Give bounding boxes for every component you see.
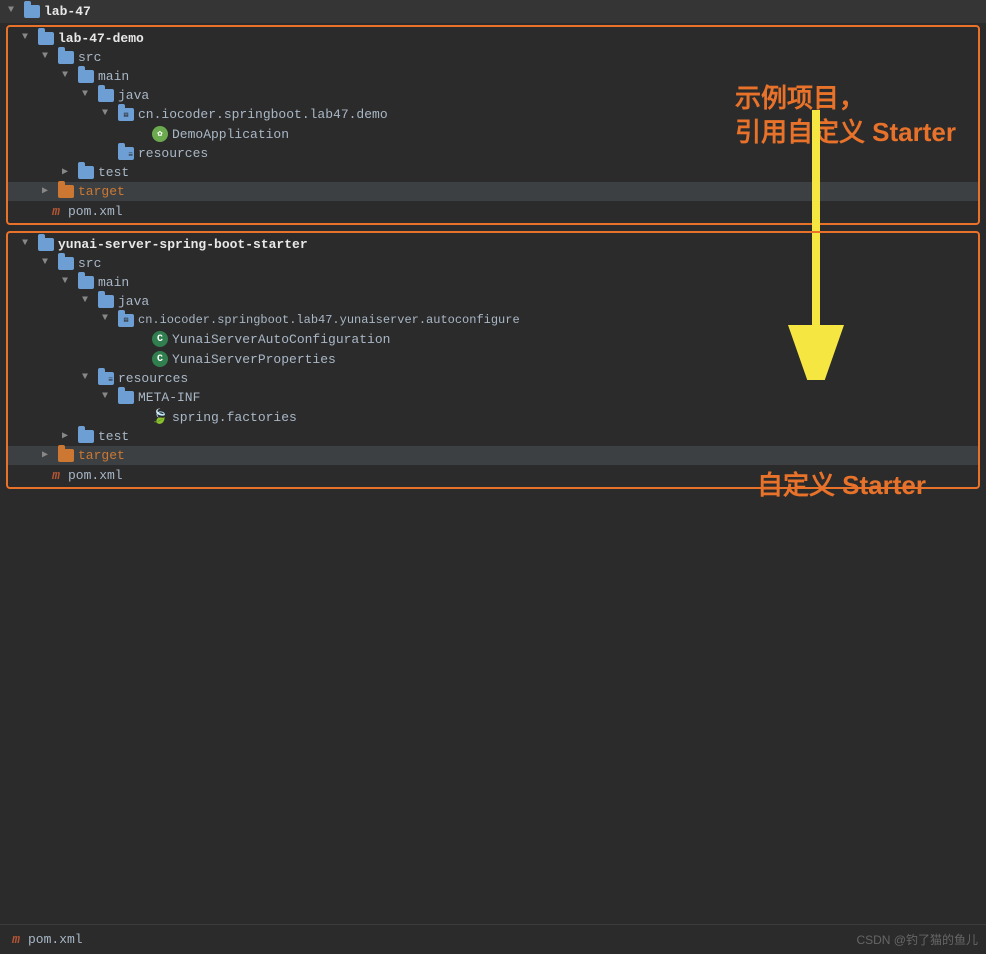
- res2-item[interactable]: resources: [8, 369, 978, 388]
- pkg2-arrow: [102, 313, 116, 327]
- pkg1-arrow: [102, 108, 116, 122]
- pom1-label: pom.xml: [68, 204, 123, 219]
- meta-inf-arrow: [102, 391, 116, 405]
- target1-label: target: [78, 184, 125, 199]
- starter-item[interactable]: yunai-server-spring-boot-starter: [8, 233, 978, 254]
- watermark: CSDN @钓了猫的鱼儿: [856, 931, 978, 948]
- pkg1-icon: [118, 108, 134, 121]
- pom2-icon: m: [48, 467, 64, 483]
- main2-label: main: [98, 275, 129, 290]
- bottom-bar: m pom.xml CSDN @钓了猫的鱼儿: [0, 924, 986, 954]
- java2-icon: [98, 295, 114, 308]
- java2-arrow: [82, 295, 96, 309]
- root-folder-icon: [24, 5, 40, 18]
- src1-arrow: [42, 51, 56, 65]
- main1-icon: [78, 70, 94, 83]
- main2-arrow: [62, 276, 76, 290]
- lab47demo-label: lab-47-demo: [58, 31, 144, 46]
- lab47demo-arrow: [22, 32, 36, 46]
- res1-label: resources: [138, 146, 208, 161]
- bottom-pom-icon: m: [8, 932, 24, 948]
- props-item[interactable]: C YunaiServerProperties: [8, 349, 978, 369]
- src1-label: src: [78, 50, 101, 65]
- pom2-item[interactable]: m pom.xml: [8, 465, 978, 487]
- res2-arrow: [82, 372, 96, 386]
- pkg2-icon: [118, 314, 134, 327]
- root-label: lab-47: [44, 4, 91, 19]
- java1-arrow: [82, 89, 96, 103]
- auto-config-icon: C: [152, 331, 168, 347]
- target1-arrow: [42, 185, 56, 199]
- pkg1-label: cn.iocoder.springboot.lab47.demo: [138, 107, 388, 122]
- pom2-label: pom.xml: [68, 468, 123, 483]
- test2-item[interactable]: test: [8, 427, 978, 446]
- java1-label: java: [118, 88, 149, 103]
- starter-icon: [38, 238, 54, 251]
- pom1-icon: m: [48, 203, 64, 219]
- target2-icon: [58, 449, 74, 462]
- test1-arrow: [62, 166, 76, 180]
- demo-app-label: DemoApplication: [172, 127, 289, 142]
- res2-icon: [98, 372, 114, 385]
- res2-label: resources: [118, 371, 188, 386]
- src2-arrow: [42, 257, 56, 271]
- lab47demo-icon: [38, 32, 54, 45]
- java2-label: java: [118, 294, 149, 309]
- test2-arrow: [62, 430, 76, 444]
- java1-icon: [98, 89, 114, 102]
- meta-inf-label: META-INF: [138, 390, 200, 405]
- bottom-pom-label: pom.xml: [28, 932, 83, 947]
- src1-item[interactable]: src: [8, 48, 978, 67]
- test1-label: test: [98, 165, 129, 180]
- target2-item[interactable]: target: [8, 446, 978, 465]
- starter-box: yunai-server-spring-boot-starter src mai…: [6, 231, 980, 489]
- meta-inf-item[interactable]: META-INF: [8, 388, 978, 407]
- target2-arrow: [42, 449, 56, 463]
- test2-label: test: [98, 429, 129, 444]
- src2-label: src: [78, 256, 101, 271]
- auto-config-item[interactable]: C YunaiServerAutoConfiguration: [8, 329, 978, 349]
- target1-icon: [58, 185, 74, 198]
- main2-item[interactable]: main: [8, 273, 978, 292]
- props-icon: C: [152, 351, 168, 367]
- main1-label: main: [98, 69, 129, 84]
- main2-icon: [78, 276, 94, 289]
- bottom-pom[interactable]: m pom.xml: [8, 932, 83, 948]
- test1-icon: [78, 166, 94, 179]
- demo-app-icon: ✿: [152, 126, 168, 142]
- pkg2-label: cn.iocoder.springboot.lab47.yunaiserver.…: [138, 313, 520, 327]
- src2-icon: [58, 257, 74, 270]
- starter-label: yunai-server-spring-boot-starter: [58, 237, 308, 252]
- src2-item[interactable]: src: [8, 254, 978, 273]
- test2-icon: [78, 430, 94, 443]
- target2-label: target: [78, 448, 125, 463]
- main1-arrow: [62, 70, 76, 84]
- main1-item[interactable]: main: [8, 67, 978, 86]
- meta-inf-icon: [118, 391, 134, 404]
- java2-item[interactable]: java: [8, 292, 978, 311]
- lab47demo-item[interactable]: lab-47-demo: [8, 27, 978, 48]
- src1-icon: [58, 51, 74, 64]
- starter-arrow: [22, 238, 36, 252]
- res1-icon: [118, 147, 134, 160]
- pkg2-item[interactable]: cn.iocoder.springboot.lab47.yunaiserver.…: [8, 311, 978, 329]
- spring-factories-label: spring.factories: [172, 410, 297, 425]
- auto-config-label: YunaiServerAutoConfiguration: [172, 332, 390, 347]
- root-arrow: [8, 5, 22, 19]
- props-label: YunaiServerProperties: [172, 352, 336, 367]
- spring-factories-icon: 🍃: [152, 409, 168, 425]
- spring-factories-item[interactable]: 🍃 spring.factories: [8, 407, 978, 427]
- root-item[interactable]: lab-47: [0, 0, 986, 23]
